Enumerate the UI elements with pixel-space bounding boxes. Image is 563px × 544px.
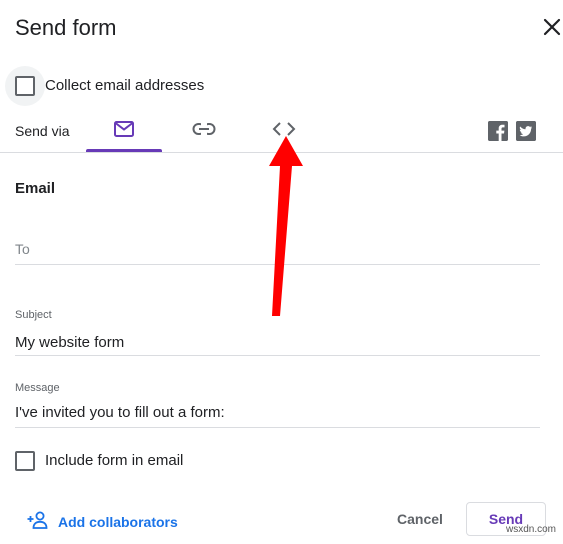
red-annotation-arrow-icon — [258, 136, 308, 326]
close-icon[interactable] — [541, 16, 563, 38]
twitter-icon[interactable] — [516, 121, 536, 141]
to-input[interactable]: To — [15, 241, 30, 257]
subject-underline — [15, 355, 540, 356]
tab-email[interactable] — [86, 110, 162, 152]
email-icon — [113, 120, 135, 143]
subject-label: Subject — [15, 309, 52, 321]
email-section-title: Email — [15, 180, 56, 197]
add-collaborators-button[interactable]: Add collaborators — [26, 511, 178, 532]
collect-email-label[interactable]: Collect email addresses — [45, 77, 204, 94]
link-icon — [192, 122, 216, 141]
send-via-label: Send via — [15, 123, 70, 139]
message-input[interactable]: I've invited you to fill out a form: — [15, 404, 225, 421]
message-underline — [15, 427, 540, 428]
include-form-checkbox[interactable] — [15, 451, 35, 471]
message-label: Message — [15, 382, 60, 394]
add-person-icon — [26, 511, 50, 532]
watermark: wsxdn.com — [506, 524, 557, 535]
collect-email-checkbox[interactable] — [15, 76, 35, 96]
dialog-title: Send form — [15, 15, 117, 40]
subject-input[interactable]: My website form — [15, 334, 124, 351]
tab-link[interactable] — [166, 110, 242, 152]
facebook-icon[interactable] — [488, 121, 508, 141]
add-collaborators-label: Add collaborators — [58, 513, 178, 530]
include-form-label[interactable]: Include form in email — [45, 452, 183, 469]
cancel-button[interactable]: Cancel — [384, 502, 456, 536]
